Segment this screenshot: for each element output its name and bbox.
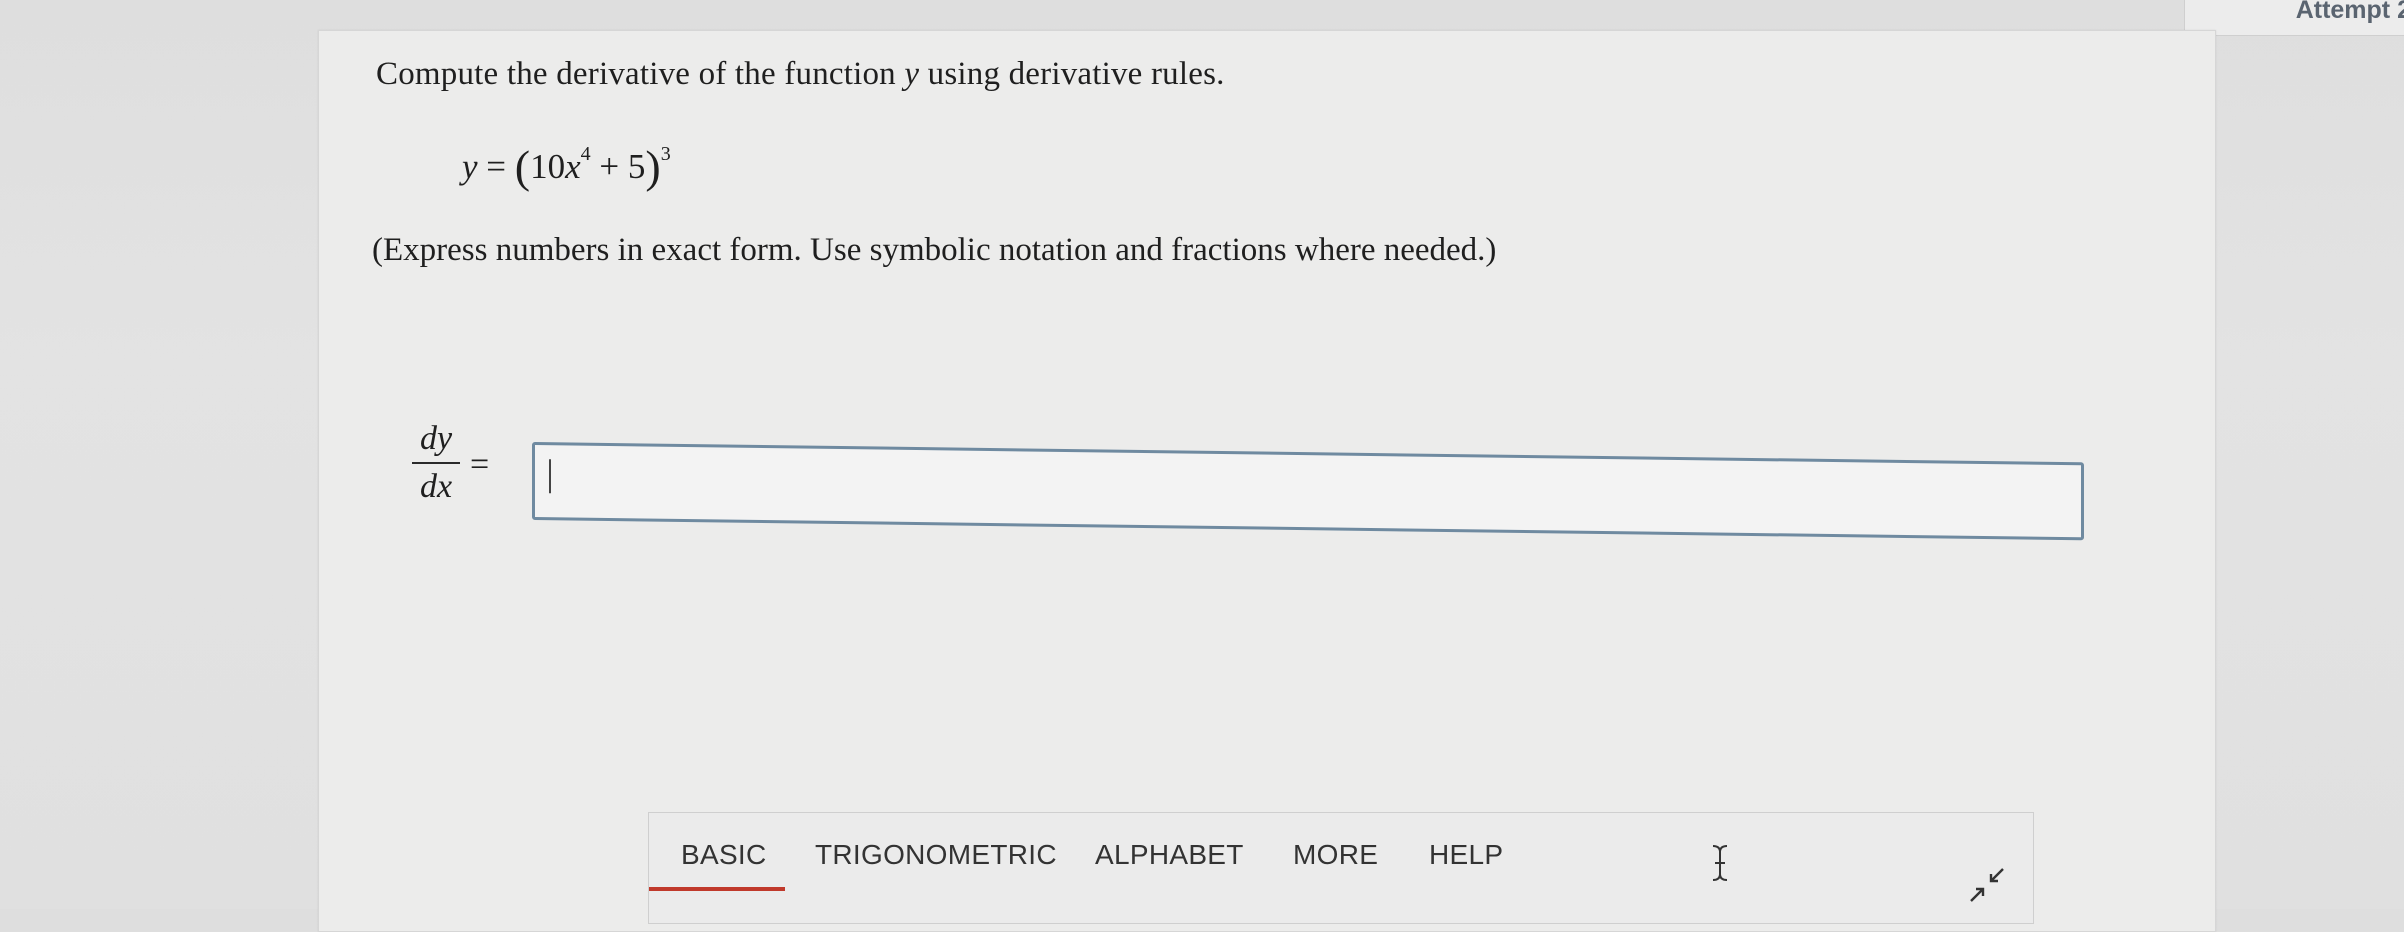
equation-equals: = — [486, 147, 507, 186]
equation-coefficient: 10 — [530, 147, 566, 186]
tab-trigonometric[interactable]: TRIGONOMETRIC — [815, 839, 1057, 871]
tab-help[interactable]: HELP — [1429, 839, 1503, 871]
question-prompt: Compute the derivative of the function y… — [376, 56, 1225, 93]
equation-variable: x — [565, 147, 581, 186]
active-tab-indicator — [649, 887, 785, 891]
tab-alphabet[interactable]: ALPHABET — [1095, 839, 1244, 871]
text-caret — [549, 459, 551, 494]
prompt-text-end: using derivative rules. — [919, 56, 1225, 92]
equation-open-paren: ( — [514, 141, 531, 192]
prompt-text-start: Compute the derivative of the function — [376, 56, 905, 92]
attempt-label: Attempt 2 — [2184, 0, 2404, 36]
equation-plus-term: + 5 — [599, 147, 646, 186]
derivative-denominator: dx — [419, 468, 453, 505]
equation-outer-exponent: 3 — [660, 143, 671, 165]
function-equation: y = (10x4 + 5)3 — [462, 140, 671, 193]
answer-equals: = — [470, 446, 490, 483]
collapse-icon[interactable] — [1967, 865, 2007, 910]
equation-inner-exponent: 4 — [580, 143, 591, 165]
tab-more[interactable]: MORE — [1293, 839, 1378, 871]
equation-close-paren: ) — [645, 141, 661, 192]
prompt-variable: y — [904, 56, 920, 92]
derivative-label: dy dx — [412, 420, 460, 506]
answer-instructions: (Express numbers in exact form. Use symb… — [372, 232, 1497, 268]
equation-lhs: y — [462, 147, 478, 186]
math-keyboard: BASIC TRIGONOMETRIC ALPHABET MORE HELP — [648, 812, 2034, 924]
derivative-numerator: dy — [412, 420, 460, 464]
text-cursor-icon — [1709, 843, 1731, 888]
tab-basic[interactable]: BASIC — [681, 839, 767, 871]
